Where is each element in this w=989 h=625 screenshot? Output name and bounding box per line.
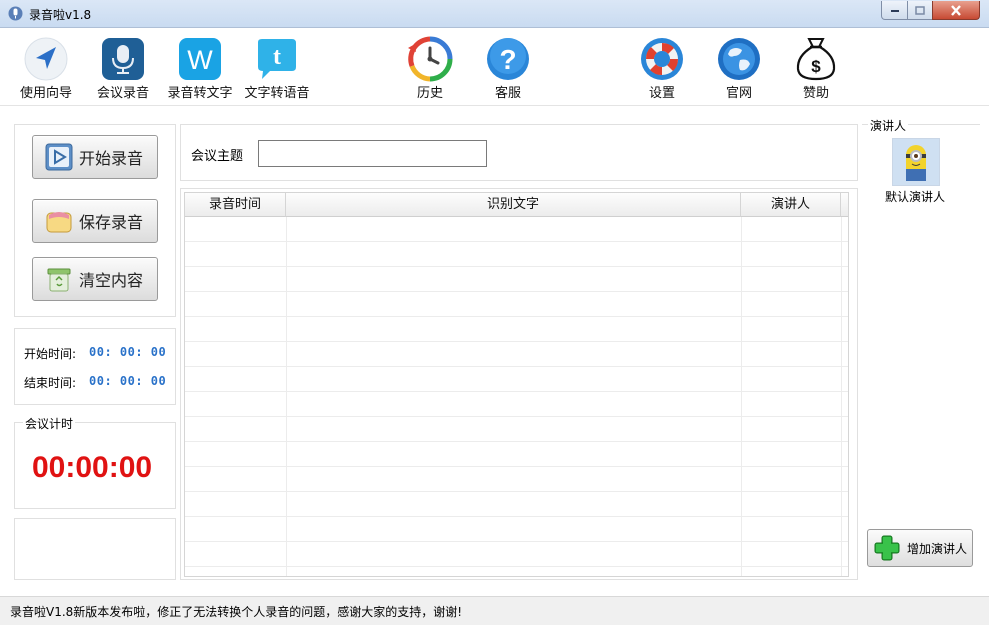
- minion-avatar-icon: [893, 139, 939, 185]
- meeting-topic-input[interactable]: [258, 140, 487, 167]
- word-w-icon: W: [177, 36, 223, 82]
- transcript-panel: 录音时间 识别文字 演讲人: [180, 188, 858, 580]
- start-record-button[interactable]: 开始录音: [32, 135, 158, 179]
- help-question-icon: ?: [485, 36, 531, 82]
- end-time-label: 结束时间:: [24, 374, 76, 391]
- toolbar-text-to-speech-label: 文字转语音: [228, 82, 326, 101]
- table-row[interactable]: [185, 217, 849, 242]
- close-icon: [950, 5, 962, 16]
- speakers-panel: 演讲人 默认演讲人 增加演讲人: [862, 124, 980, 584]
- play-icon: [45, 143, 73, 171]
- add-plus-icon: [873, 534, 901, 562]
- recycle-bin-icon: [45, 265, 73, 293]
- toolbar: 使用向导 会议录音 W 录音转文字 t 文字转语音: [0, 28, 989, 106]
- table-row[interactable]: [185, 542, 849, 567]
- clear-content-button[interactable]: 清空内容: [32, 257, 158, 301]
- time-info-panel: 开始时间: 00: 00: 00 结束时间: 00: 00: 00: [14, 328, 176, 405]
- table-row[interactable]: [185, 342, 849, 367]
- toolbar-support-button[interactable]: ? 客服: [469, 32, 547, 104]
- table-row[interactable]: [185, 292, 849, 317]
- add-speaker-button[interactable]: 增加演讲人: [867, 529, 973, 567]
- table-row[interactable]: [185, 242, 849, 267]
- table-row[interactable]: [185, 517, 849, 542]
- meeting-timer-label: 会议计时: [23, 415, 75, 432]
- table-row[interactable]: [185, 442, 849, 467]
- globe-icon: [716, 36, 762, 82]
- twitter-bird-icon: t: [254, 36, 300, 82]
- meeting-topic-panel: 会议主题: [180, 124, 858, 181]
- transcript-table[interactable]: 录音时间 识别文字 演讲人: [184, 192, 849, 577]
- clear-content-label: 清空内容: [79, 267, 143, 291]
- svg-text:$: $: [811, 57, 821, 76]
- default-speaker-name[interactable]: 默认演讲人: [885, 188, 945, 205]
- start-time-value: 00: 00: 00: [89, 345, 166, 359]
- start-record-label: 开始录音: [79, 145, 143, 169]
- save-record-label: 保存录音: [79, 209, 143, 233]
- app-microphone-icon: [8, 6, 23, 21]
- column-header-speaker[interactable]: 演讲人: [741, 193, 841, 217]
- maximize-button[interactable]: [907, 1, 933, 20]
- table-row[interactable]: [185, 467, 849, 492]
- status-bar: 录音啦V1.8新版本发布啦，修正了无法转换个人录音的问题，感谢大家的支持，谢谢!: [0, 596, 989, 625]
- lifebuoy-icon: [639, 36, 685, 82]
- table-row[interactable]: [185, 367, 849, 392]
- toolbar-sponsor-button[interactable]: $ 赞助: [777, 32, 855, 104]
- microphone-icon: [100, 36, 146, 82]
- table-row[interactable]: [185, 267, 849, 292]
- toolbar-sponsor-label: 赞助: [767, 82, 865, 101]
- add-speaker-label: 增加演讲人: [907, 540, 967, 557]
- close-button[interactable]: [932, 1, 980, 20]
- save-record-button[interactable]: 保存录音: [32, 199, 158, 243]
- toolbar-text-to-speech-button[interactable]: t 文字转语音: [238, 32, 316, 104]
- meeting-timer-panel: 会议计时 00:00:00: [14, 422, 176, 509]
- title-bar[interactable]: 录音啦v1.8: [0, 0, 989, 28]
- column-header-filler: [841, 193, 849, 217]
- left-bottom-panel: [14, 518, 176, 580]
- column-header-record-time[interactable]: 录音时间: [185, 193, 286, 217]
- default-speaker-avatar[interactable]: [892, 138, 940, 186]
- toolbar-history-button[interactable]: 历史: [391, 32, 469, 104]
- meeting-topic-label: 会议主题: [191, 145, 243, 164]
- toolbar-support-label: 客服: [459, 82, 557, 101]
- status-message: 录音啦V1.8新版本发布啦，修正了无法转换个人录音的问题，感谢大家的支持，谢谢!: [10, 603, 462, 620]
- svg-text:?: ?: [499, 44, 516, 75]
- table-row[interactable]: [185, 492, 849, 517]
- record-controls-panel: 开始录音 保存录音 清空内容: [14, 124, 176, 317]
- minimize-button[interactable]: [881, 1, 908, 20]
- start-time-label: 开始时间:: [24, 345, 76, 362]
- svg-text:W: W: [187, 45, 213, 75]
- end-time-value: 00: 00: 00: [89, 374, 166, 388]
- money-bag-icon: $: [793, 36, 839, 82]
- minimize-icon: [890, 7, 900, 13]
- navigation-arrow-icon: [23, 36, 69, 82]
- table-row[interactable]: [185, 417, 849, 442]
- window-title: 录音啦v1.8: [29, 6, 91, 23]
- table-row[interactable]: [185, 317, 849, 342]
- maximize-icon: [915, 6, 925, 15]
- svg-text:t: t: [273, 44, 281, 70]
- meeting-timer-value: 00:00:00: [32, 451, 152, 485]
- speakers-section-label: 演讲人: [868, 117, 908, 134]
- save-bag-icon: [45, 207, 73, 235]
- table-row[interactable]: [185, 392, 849, 417]
- history-clock-icon: [407, 36, 453, 82]
- column-header-recognized-text[interactable]: 识别文字: [286, 193, 741, 217]
